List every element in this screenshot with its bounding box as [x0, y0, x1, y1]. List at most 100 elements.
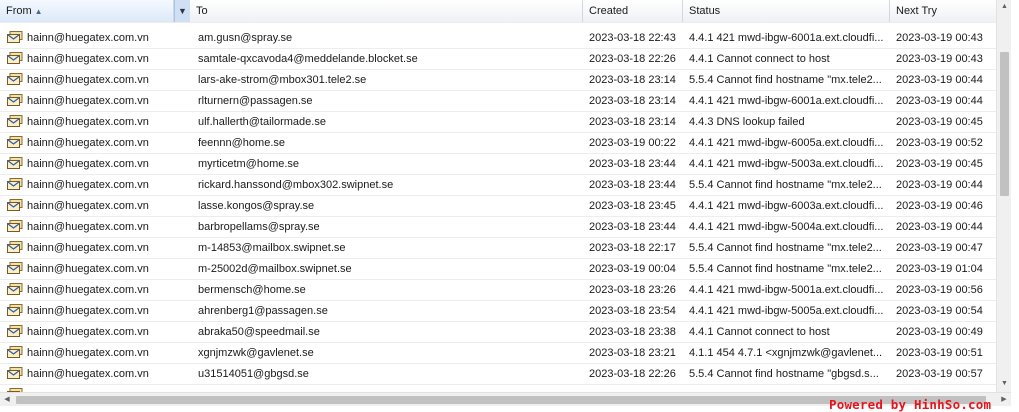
partial-row-clip: [7, 385, 27, 392]
column-header-to-label: To: [196, 5, 208, 17]
from-address: hainn@huegatex.com.vn: [27, 221, 149, 233]
cell-next-try: 2023-03-19 00:45: [896, 116, 983, 128]
from-address: hainn@huegatex.com.vn: [27, 179, 149, 191]
table-row[interactable]: hainn@huegatex.com.vn feennn@home.se 202…: [0, 133, 996, 154]
vertical-scrollbar[interactable]: ▲ ▼: [996, 0, 1011, 392]
cell-to: myrticetm@home.se: [198, 158, 300, 170]
table-row[interactable]: hainn@huegatex.com.vn ulf.hallerth@tailo…: [0, 112, 996, 133]
table-row[interactable]: hainn@huegatex.com.vn m-25002d@mailbox.s…: [0, 259, 996, 280]
scroll-down-arrow-icon[interactable]: ▼: [997, 377, 1012, 391]
cell-created: 2023-03-18 23:14: [589, 95, 676, 107]
cell-created: 2023-03-18 23:44: [589, 158, 676, 170]
table-row[interactable]: hainn@huegatex.com.vn bermensch@home.se …: [0, 280, 996, 301]
scroll-right-arrow-icon[interactable]: ▶: [997, 393, 1011, 407]
cell-from: hainn@huegatex.com.vn: [7, 112, 190, 132]
cell-next-try: 2023-03-19 01:04: [896, 263, 983, 275]
from-address: hainn@huegatex.com.vn: [27, 158, 149, 170]
cell-created: 2023-03-18 22:17: [589, 242, 676, 254]
envelope-queue-icon: [7, 283, 23, 295]
cell-status: 4.4.1 421 mwd-ibgw-5004a.ext.cloudfi...: [689, 221, 884, 233]
table-row[interactable]: hainn@huegatex.com.vn lasse.kongos@spray…: [0, 196, 996, 217]
envelope-queue-icon: [7, 199, 23, 211]
cell-created: 2023-03-18 23:45: [589, 200, 676, 212]
column-header-from-label: From: [6, 5, 32, 17]
cell-from: hainn@huegatex.com.vn: [7, 133, 190, 153]
from-address: hainn@huegatex.com.vn: [27, 74, 149, 86]
cell-to: rlturnern@passagen.se: [198, 95, 313, 107]
column-header-next-try-label: Next Try: [896, 5, 937, 17]
envelope-queue-icon: [7, 157, 23, 169]
cell-to: samtale-qxcavoda4@meddelande.blocket.se: [198, 53, 418, 65]
table-row[interactable]: hainn@huegatex.com.vn barbropellams@spra…: [0, 217, 996, 238]
from-address: hainn@huegatex.com.vn: [27, 95, 149, 107]
envelope-queue-icon: [7, 178, 23, 190]
envelope-queue-icon: [7, 220, 23, 232]
table-row[interactable]: hainn@huegatex.com.vn myrticetm@home.se …: [0, 154, 996, 175]
cell-status: 5.5.4 Cannot find hostname "mx.tele2...: [689, 74, 882, 86]
table-row[interactable]: hainn@huegatex.com.vn u31514051@gbgsd.se…: [0, 364, 996, 385]
cell-status: 4.4.1 421 mwd-ibgw-6005a.ext.cloudfi...: [689, 137, 884, 149]
from-address: hainn@huegatex.com.vn: [27, 200, 149, 212]
from-address: hainn@huegatex.com.vn: [27, 305, 149, 317]
cell-to: u31514051@gbgsd.se: [198, 368, 309, 380]
table-row[interactable]: hainn@huegatex.com.vn abraka50@speedmail…: [0, 322, 996, 343]
envelope-queue-icon: [7, 136, 23, 148]
cell-to: rickard.hanssond@mbox302.swipnet.se: [198, 179, 394, 191]
watermark-text: Powered by HinhSo.com: [829, 397, 992, 412]
cell-created: 2023-03-18 22:43: [589, 32, 676, 44]
cell-to: ahrenberg1@passagen.se: [198, 305, 328, 317]
envelope-queue-icon: [7, 73, 23, 85]
envelope-queue-icon: [7, 325, 23, 337]
cell-status: 4.4.3 DNS lookup failed: [689, 116, 805, 128]
table-row-partial: [0, 18, 996, 23]
cell-created: 2023-03-19 00:22: [589, 137, 676, 149]
from-address: hainn@huegatex.com.vn: [27, 242, 149, 254]
cell-to: lars-ake-strom@mbox301.tele2.se: [198, 74, 367, 86]
table-row[interactable]: hainn@huegatex.com.vn samtale-qxcavoda4@…: [0, 49, 996, 70]
table-row-partial: [0, 385, 996, 392]
envelope-queue-icon: [7, 304, 23, 316]
table-row[interactable]: hainn@huegatex.com.vn xgnjmzwk@gavlenet.…: [0, 343, 996, 364]
cell-next-try: 2023-03-19 00:51: [896, 347, 983, 359]
envelope-queue-icon: [7, 115, 23, 127]
cell-next-try: 2023-03-19 00:44: [896, 74, 983, 86]
table-row[interactable]: hainn@huegatex.com.vn ahrenberg1@passage…: [0, 301, 996, 322]
window-edge: [1011, 0, 1019, 412]
cell-next-try: 2023-03-19 00:44: [896, 179, 983, 191]
envelope-queue-icon: [7, 262, 23, 274]
cell-from: hainn@huegatex.com.vn: [7, 322, 190, 342]
column-header-created-label: Created: [589, 5, 629, 17]
table-row[interactable]: hainn@huegatex.com.vn rlturnern@passagen…: [0, 91, 996, 112]
mail-queue-grid: From ▲ ▼ To Created Status Next Try hainn…: [0, 0, 996, 392]
envelope-queue-icon: [7, 241, 23, 253]
cell-created: 2023-03-18 23:54: [589, 305, 676, 317]
from-address: hainn@huegatex.com.vn: [27, 326, 149, 338]
vertical-scroll-thumb[interactable]: [1000, 52, 1009, 196]
from-address: hainn@huegatex.com.vn: [27, 263, 149, 275]
cell-status: 5.5.4 Cannot find hostname "gbgsd.s...: [689, 368, 879, 380]
cell-next-try: 2023-03-19 00:49: [896, 326, 983, 338]
sort-ascending-icon: ▲: [34, 7, 43, 16]
scroll-up-arrow-icon[interactable]: ▲: [997, 0, 1012, 14]
cell-to: am.gusn@spray.se: [198, 32, 293, 44]
cell-next-try: 2023-03-19 00:54: [896, 305, 983, 317]
table-row[interactable]: hainn@huegatex.com.vn am.gusn@spray.se 2…: [0, 28, 996, 49]
cell-status: 4.4.1 421 mwd-ibgw-6001a.ext.cloudfi...: [689, 95, 884, 107]
table-row[interactable]: hainn@huegatex.com.vn lars-ake-strom@mbo…: [0, 70, 996, 91]
scroll-left-arrow-icon[interactable]: ◀: [0, 393, 14, 407]
cell-created: 2023-03-18 23:44: [589, 221, 676, 233]
from-address: hainn@huegatex.com.vn: [27, 32, 149, 44]
cell-from: hainn@huegatex.com.vn: [7, 175, 190, 195]
table-row[interactable]: hainn@huegatex.com.vn rickard.hanssond@m…: [0, 175, 996, 196]
cell-created: 2023-03-18 22:26: [589, 53, 676, 65]
cell-next-try: 2023-03-19 00:44: [896, 221, 983, 233]
table-row[interactable]: hainn@huegatex.com.vn m-14853@mailbox.sw…: [0, 238, 996, 259]
from-address: hainn@huegatex.com.vn: [27, 347, 149, 359]
cell-from: hainn@huegatex.com.vn: [7, 343, 190, 363]
cell-next-try: 2023-03-19 00:45: [896, 158, 983, 170]
cell-to: bermensch@home.se: [198, 284, 306, 296]
cell-next-try: 2023-03-19 00:52: [896, 137, 983, 149]
cell-created: 2023-03-18 23:38: [589, 326, 676, 338]
cell-from: hainn@huegatex.com.vn: [7, 259, 190, 279]
cell-next-try: 2023-03-19 00:44: [896, 95, 983, 107]
